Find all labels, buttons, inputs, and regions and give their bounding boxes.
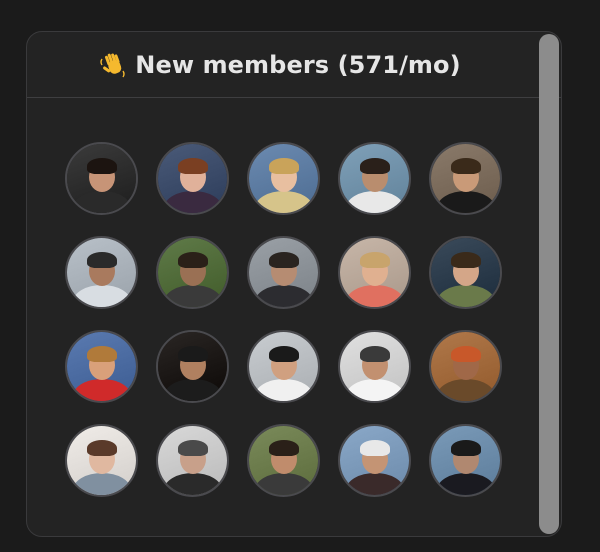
member-avatar[interactable] — [247, 236, 320, 309]
scrollbar-thumb[interactable] — [539, 34, 559, 534]
avatar-photo-hair — [177, 440, 208, 456]
avatar-photo-hair — [86, 346, 117, 362]
member-avatar[interactable] — [338, 142, 411, 215]
member-avatar[interactable] — [429, 236, 502, 309]
avatar-photo-hair — [177, 346, 208, 362]
member-avatar[interactable] — [429, 330, 502, 403]
avatar-photo-hair — [86, 440, 117, 456]
avatar-photo-hair — [359, 158, 390, 174]
member-avatar[interactable] — [429, 424, 502, 497]
member-avatar[interactable] — [65, 236, 138, 309]
card-header: New members (571/mo) — [27, 32, 561, 98]
member-avatar[interactable] — [247, 424, 320, 497]
member-avatar[interactable] — [338, 330, 411, 403]
member-avatar[interactable] — [156, 424, 229, 497]
member-avatar[interactable] — [156, 330, 229, 403]
avatar-photo-hair — [86, 158, 117, 174]
member-avatar[interactable] — [247, 330, 320, 403]
avatar-photo-hair — [450, 440, 481, 456]
avatar-photo-hair — [359, 346, 390, 362]
member-avatar[interactable] — [156, 142, 229, 215]
avatar-photo-hair — [86, 252, 117, 268]
waving-hand-icon — [100, 53, 125, 77]
avatar-photo-hair — [268, 158, 299, 174]
avatar-photo-hair — [450, 252, 481, 268]
avatar-photo-hair — [450, 158, 481, 174]
member-avatar[interactable] — [65, 330, 138, 403]
members-grid — [65, 142, 509, 497]
avatar-photo-hair — [359, 440, 390, 456]
member-avatar[interactable] — [65, 424, 138, 497]
member-avatar[interactable] — [247, 142, 320, 215]
avatar-photo-hair — [268, 252, 299, 268]
member-avatar[interactable] — [65, 142, 138, 215]
member-avatar[interactable] — [156, 236, 229, 309]
member-avatar[interactable] — [338, 424, 411, 497]
avatar-photo-hair — [177, 158, 208, 174]
page: New members (571/mo) — [0, 0, 600, 552]
avatar-photo-hair — [268, 440, 299, 456]
avatar-photo-hair — [450, 346, 481, 362]
avatar-photo-hair — [359, 252, 390, 268]
avatar-photo-hair — [177, 252, 208, 268]
avatar-photo-hair — [268, 346, 299, 362]
member-avatar[interactable] — [338, 236, 411, 309]
title-wrap: New members (571/mo) — [99, 50, 461, 79]
scrollbar-track[interactable] — [539, 34, 559, 534]
member-avatar[interactable] — [429, 142, 502, 215]
new-members-card: New members (571/mo) — [26, 31, 562, 537]
card-title: New members (571/mo) — [135, 50, 461, 79]
